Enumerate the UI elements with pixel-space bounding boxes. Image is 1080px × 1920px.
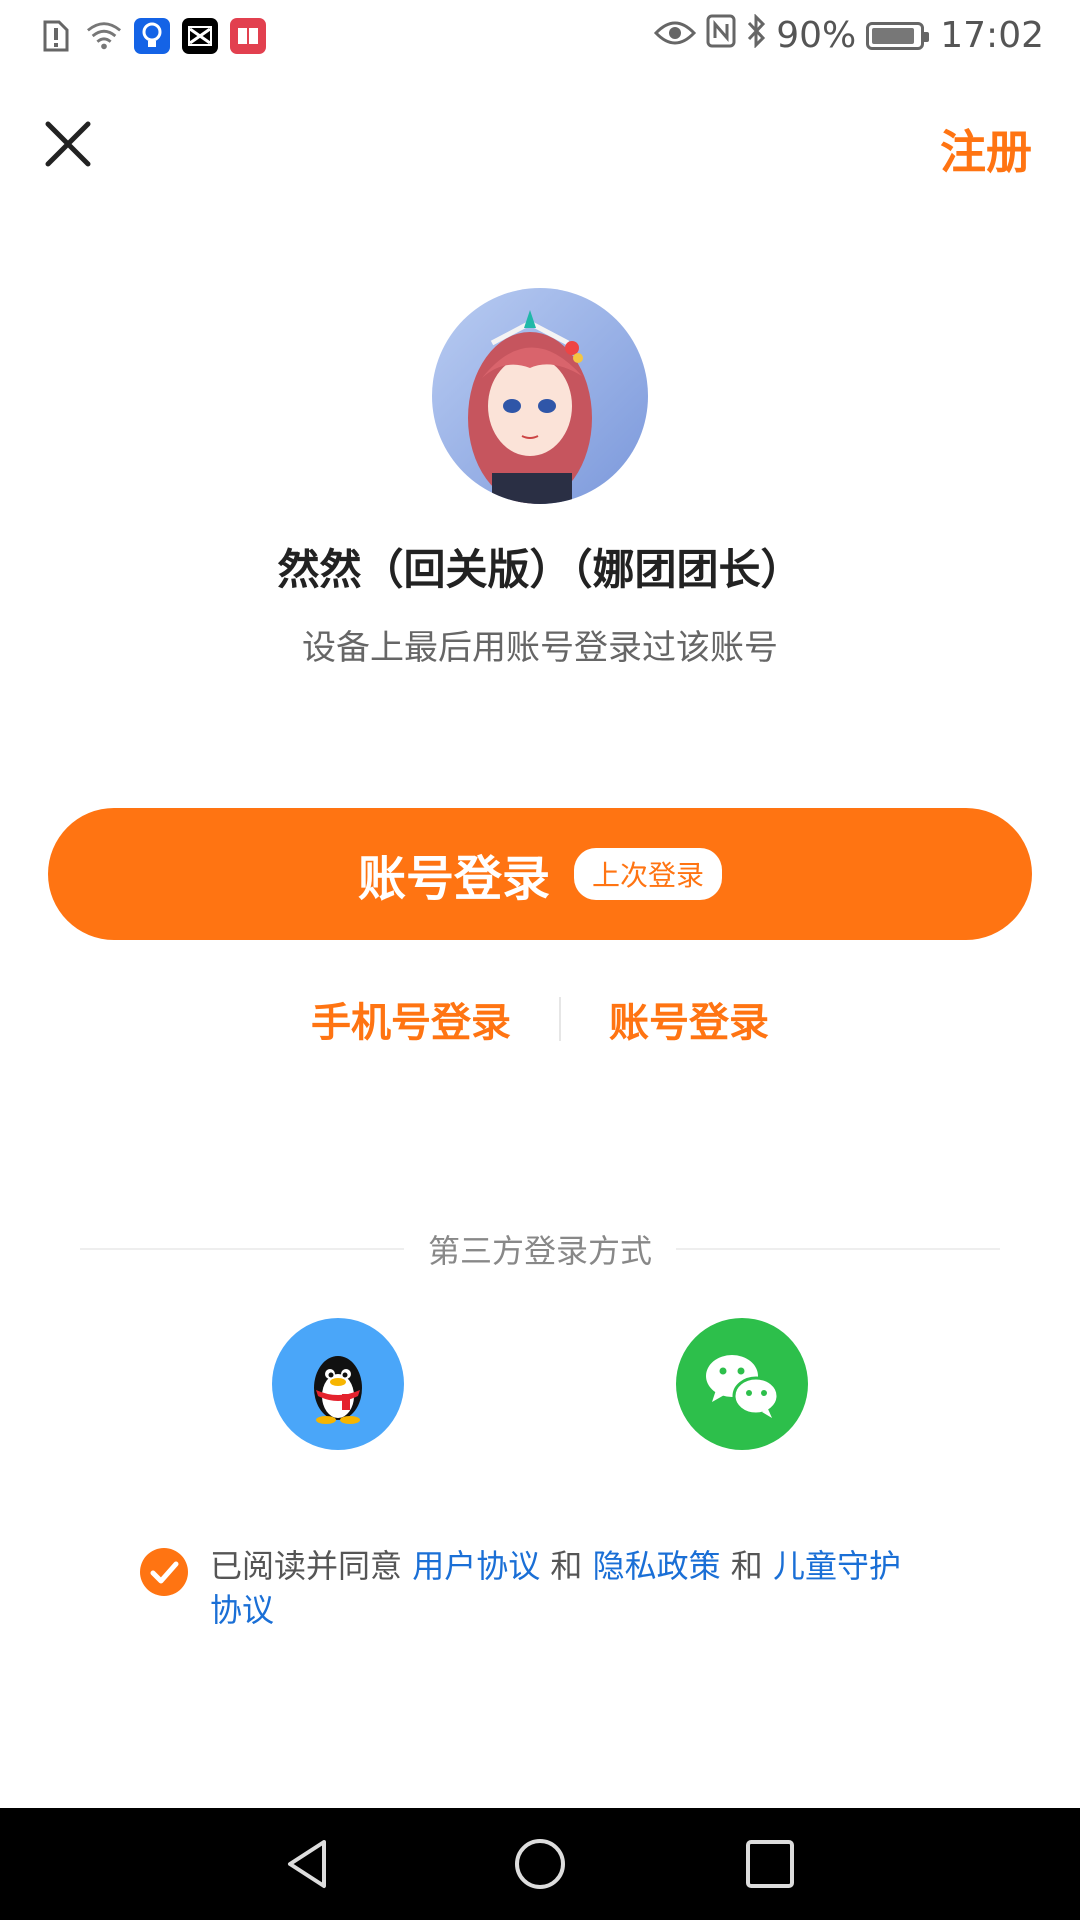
back-nav-button[interactable]: [280, 1836, 336, 1892]
qq-penguin-icon: [314, 1356, 362, 1424]
nfc-icon: [706, 14, 736, 57]
user-agreement-link[interactable]: 用户协议: [412, 1547, 540, 1585]
agreement-text: 已阅读并同意 用户协议 和 隐私政策 和 儿童守护协议: [210, 1544, 930, 1632]
lightbulb-app-icon: [134, 18, 170, 54]
battery-percent: 90%: [776, 15, 857, 56]
eye-comfort-icon: [654, 15, 697, 56]
back-triangle-icon: [288, 1840, 326, 1888]
alt-login-options: 手机号登录 账号登录: [0, 990, 1080, 1048]
agreement-and-2: 和: [730, 1547, 763, 1585]
status-bar: 90% 17:02: [0, 0, 1080, 76]
wifi-icon: [86, 18, 122, 54]
battery-icon: [866, 21, 930, 50]
divider-line-left: [80, 1248, 404, 1250]
agreement-and-1: 和: [550, 1547, 583, 1585]
book-app-icon: [230, 18, 266, 54]
agreement-prefix: 已阅读并同意: [210, 1547, 403, 1585]
battery-fill: [872, 27, 914, 44]
close-button[interactable]: [40, 116, 96, 172]
system-status: 90% 17:02: [654, 13, 1044, 57]
home-circle-icon: [515, 1839, 565, 1889]
account-login-label: 账号登录: [357, 851, 550, 907]
agreement-checkbox[interactable]: [140, 1548, 188, 1596]
capcut-app-icon: [182, 18, 218, 54]
notification-icons: [38, 18, 266, 54]
wechat-login-button[interactable]: [676, 1318, 808, 1450]
account-login-button[interactable]: 账号登录 上次登录: [48, 808, 1032, 940]
third-party-heading: 第三方登录方式: [80, 1226, 1001, 1272]
avatar: [432, 288, 648, 504]
home-nav-button[interactable]: [512, 1836, 568, 1892]
close-icon: [45, 121, 91, 167]
phone-login-link[interactable]: 手机号登录: [311, 990, 511, 1048]
last-login-badge: 上次登录: [574, 848, 723, 900]
account-login-link[interactable]: 账号登录: [609, 990, 769, 1048]
divider-line-right: [676, 1248, 1001, 1250]
privacy-policy-link[interactable]: 隐私政策: [593, 1547, 721, 1585]
qq-login-button[interactable]: [272, 1318, 404, 1450]
clock: 17:02: [940, 15, 1044, 56]
bluetooth-icon: [746, 13, 766, 57]
checkmark-icon: [150, 1561, 179, 1584]
recents-nav-button[interactable]: [742, 1836, 798, 1892]
wechat-icon: [706, 1355, 780, 1418]
system-nav-bar: [0, 1808, 1080, 1920]
recents-square-icon: [746, 1840, 794, 1888]
alt-login-divider: [559, 997, 561, 1041]
third-party-title: 第三方登录方式: [428, 1232, 653, 1270]
register-link[interactable]: 注册: [940, 116, 1032, 182]
last-login-hint: 设备上最后用账号登录过该账号: [302, 628, 778, 668]
username: 然然（回关版）（娜团团长）: [277, 545, 803, 594]
sim-alert-icon: [38, 18, 74, 54]
